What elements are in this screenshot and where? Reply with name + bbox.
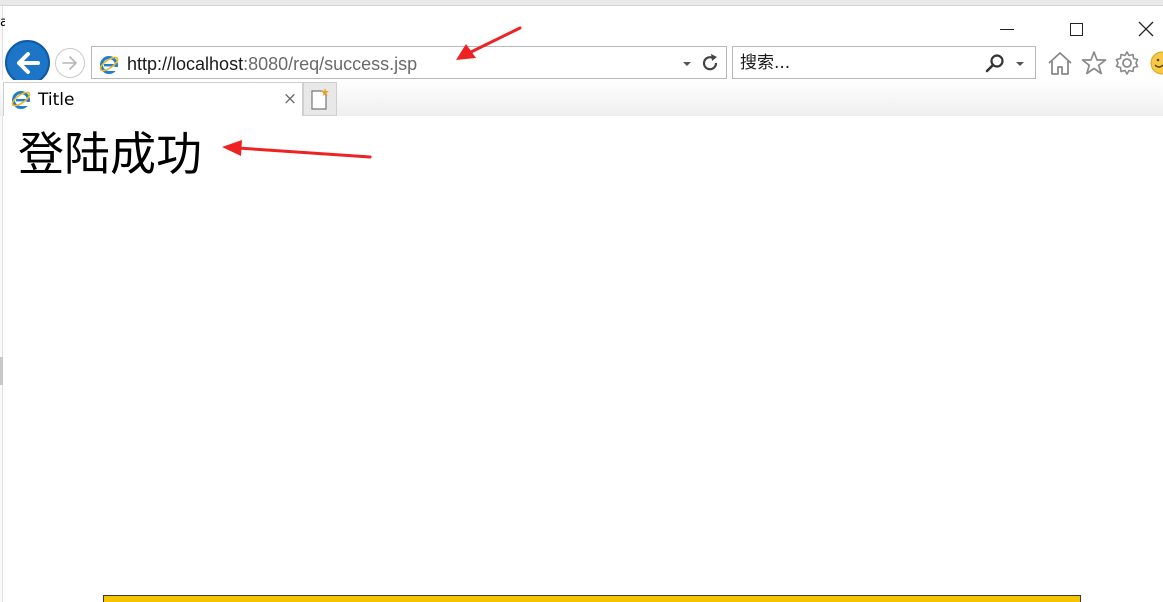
dropdown-arrow-icon[interactable] xyxy=(681,59,693,69)
search-box[interactable] xyxy=(732,46,1036,79)
url-host: http://localhost xyxy=(127,54,244,74)
forward-button[interactable] xyxy=(55,48,85,78)
star-icon[interactable] xyxy=(1080,49,1108,77)
search-dropdown-icon[interactable] xyxy=(1014,59,1026,69)
gear-icon[interactable] xyxy=(1113,49,1141,77)
left-edge-scroll-mark xyxy=(0,357,3,385)
close-icon xyxy=(1138,21,1154,37)
home-icon[interactable] xyxy=(1046,49,1074,77)
back-button[interactable] xyxy=(5,40,50,85)
bottom-yellow-bar xyxy=(103,595,1081,602)
close-window-button[interactable] xyxy=(1126,14,1163,44)
ie-logo-icon xyxy=(99,56,119,74)
address-url: http://localhost:8080/req/success.jsp xyxy=(127,54,417,74)
new-tab-icon xyxy=(311,88,329,110)
new-tab-button[interactable] xyxy=(303,82,337,116)
search-magnifier-icon[interactable] xyxy=(985,53,1005,73)
page-heading: 登陆成功 xyxy=(18,127,202,181)
window-top-strip xyxy=(0,0,1163,6)
maximize-button[interactable] xyxy=(1056,14,1096,44)
maximize-icon xyxy=(1069,22,1083,36)
annotation-arrow-heading xyxy=(222,140,372,159)
search-input[interactable] xyxy=(740,52,980,74)
tab-ie-logo-icon xyxy=(11,91,31,109)
forward-arrow-icon xyxy=(62,56,77,70)
tab-title-label: Title xyxy=(38,90,75,110)
tab-title[interactable]: Title × xyxy=(3,82,303,116)
address-bar[interactable]: http://localhost:8080/req/success.jsp xyxy=(91,46,727,79)
refresh-icon[interactable] xyxy=(699,52,721,74)
minimize-icon xyxy=(1000,28,1014,30)
left-cut-text: a xyxy=(0,16,5,30)
minimize-button[interactable] xyxy=(987,14,1027,44)
tab-close-icon[interactable]: × xyxy=(282,91,298,108)
url-path: :8080/req/success.jsp xyxy=(243,54,418,74)
smiley-icon[interactable] xyxy=(1146,49,1163,77)
back-arrow-icon xyxy=(16,51,40,74)
